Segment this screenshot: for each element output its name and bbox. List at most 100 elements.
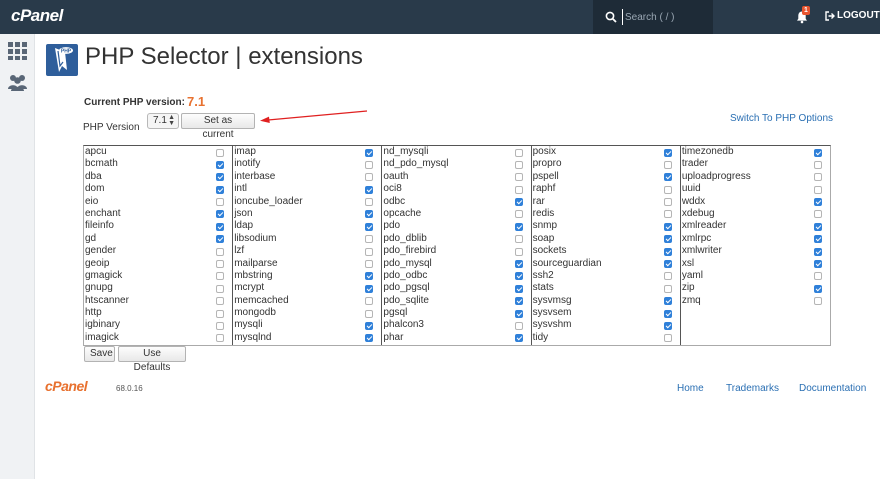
extension-row: nd_pdo_mysql: [382, 158, 530, 170]
extension-checkbox[interactable]: [814, 160, 823, 169]
extension-checkbox[interactable]: [514, 185, 523, 194]
grid-icon[interactable]: [7, 41, 28, 61]
extension-checkbox[interactable]: [663, 173, 672, 182]
extension-checkbox[interactable]: [663, 222, 672, 231]
search-input[interactable]: [622, 9, 710, 25]
extension-checkbox[interactable]: [663, 247, 672, 256]
extension-checkbox[interactable]: [663, 210, 672, 219]
extension-label: xdebug: [681, 207, 715, 219]
extension-label: ioncube_loader: [234, 195, 303, 207]
extension-checkbox[interactable]: [365, 173, 374, 182]
extension-checkbox[interactable]: [663, 309, 672, 318]
extension-checkbox[interactable]: [663, 198, 672, 207]
footer-link-documentation[interactable]: Documentation: [799, 383, 866, 394]
extension-checkbox[interactable]: [514, 321, 523, 330]
set-as-current-button[interactable]: Set as current: [181, 113, 255, 140]
extension-checkbox[interactable]: [663, 272, 672, 281]
extension-checkbox[interactable]: [365, 260, 374, 269]
save-button[interactable]: Save: [84, 346, 115, 362]
extension-checkbox[interactable]: [514, 309, 523, 318]
extension-checkbox[interactable]: [365, 321, 374, 330]
extension-checkbox[interactable]: [814, 297, 823, 306]
extension-checkbox[interactable]: [514, 247, 523, 256]
extension-checkbox[interactable]: [814, 284, 823, 293]
logout-button[interactable]: LOGOUT: [825, 10, 880, 21]
extension-checkbox[interactable]: [216, 173, 225, 182]
extension-checkbox[interactable]: [814, 235, 823, 244]
extension-checkbox[interactable]: [216, 210, 225, 219]
extension-checkbox[interactable]: [514, 235, 523, 244]
extension-checkbox[interactable]: [216, 160, 225, 169]
extension-checkbox[interactable]: [663, 321, 672, 330]
extension-checkbox[interactable]: [365, 148, 374, 157]
extension-checkbox[interactable]: [365, 222, 374, 231]
extension-checkbox[interactable]: [216, 148, 225, 157]
extension-row: dom: [84, 183, 232, 195]
extension-checkbox[interactable]: [663, 284, 672, 293]
extension-row: sysvshm: [532, 319, 680, 331]
extension-checkbox[interactable]: [365, 284, 374, 293]
extension-checkbox[interactable]: [365, 334, 374, 343]
extension-checkbox[interactable]: [663, 334, 672, 343]
extension-checkbox[interactable]: [514, 284, 523, 293]
extension-checkbox[interactable]: [814, 173, 823, 182]
extension-checkbox[interactable]: [365, 160, 374, 169]
extension-checkbox[interactable]: [514, 272, 523, 281]
extension-checkbox[interactable]: [365, 198, 374, 207]
logout-label: LOGOUT: [837, 10, 880, 21]
extension-checkbox[interactable]: [663, 297, 672, 306]
extension-row: geoip: [84, 258, 232, 270]
extension-checkbox[interactable]: [216, 321, 225, 330]
switch-to-php-options-link[interactable]: Switch To PHP Options: [730, 113, 833, 124]
extension-checkbox[interactable]: [365, 185, 374, 194]
extension-label: mysqli: [234, 319, 263, 331]
cpanel-logo[interactable]: cPanel: [11, 6, 63, 26]
extension-checkbox[interactable]: [663, 260, 672, 269]
extension-checkbox[interactable]: [216, 185, 225, 194]
extension-checkbox[interactable]: [365, 235, 374, 244]
extension-checkbox[interactable]: [216, 247, 225, 256]
extension-checkbox[interactable]: [514, 260, 523, 269]
extension-checkbox[interactable]: [216, 309, 225, 318]
extension-checkbox[interactable]: [663, 148, 672, 157]
extension-checkbox[interactable]: [814, 148, 823, 157]
extension-checkbox[interactable]: [814, 198, 823, 207]
extension-checkbox[interactable]: [663, 185, 672, 194]
extension-row: mailparse: [233, 258, 381, 270]
extension-checkbox[interactable]: [216, 272, 225, 281]
extension-checkbox[interactable]: [663, 160, 672, 169]
users-icon[interactable]: [7, 72, 28, 92]
extension-checkbox[interactable]: [216, 284, 225, 293]
extension-checkbox[interactable]: [514, 222, 523, 231]
extension-checkbox[interactable]: [365, 247, 374, 256]
extension-checkbox[interactable]: [514, 334, 523, 343]
extension-checkbox[interactable]: [814, 272, 823, 281]
extension-checkbox[interactable]: [814, 260, 823, 269]
extension-checkbox[interactable]: [365, 210, 374, 219]
extension-checkbox[interactable]: [514, 210, 523, 219]
extension-checkbox[interactable]: [216, 222, 225, 231]
extension-checkbox[interactable]: [514, 198, 523, 207]
extension-checkbox[interactable]: [814, 210, 823, 219]
extension-checkbox[interactable]: [365, 309, 374, 318]
footer-link-trademarks[interactable]: Trademarks: [726, 383, 779, 394]
extension-checkbox[interactable]: [216, 297, 225, 306]
extension-checkbox[interactable]: [514, 148, 523, 157]
extension-checkbox[interactable]: [216, 198, 225, 207]
extension-checkbox[interactable]: [514, 160, 523, 169]
extension-checkbox[interactable]: [365, 272, 374, 281]
extension-checkbox[interactable]: [216, 235, 225, 244]
extension-checkbox[interactable]: [514, 173, 523, 182]
extension-checkbox[interactable]: [514, 297, 523, 306]
php-version-select[interactable]: 7.1 ▲ ▼: [147, 113, 179, 129]
extension-checkbox[interactable]: [814, 247, 823, 256]
extension-checkbox[interactable]: [663, 235, 672, 244]
extension-checkbox[interactable]: [365, 297, 374, 306]
footer-link-home[interactable]: Home: [677, 383, 704, 394]
extension-label: inotify: [234, 158, 261, 170]
extension-checkbox[interactable]: [216, 334, 225, 343]
use-defaults-button[interactable]: Use Defaults: [118, 346, 186, 373]
extension-checkbox[interactable]: [814, 222, 823, 231]
extension-checkbox[interactable]: [216, 260, 225, 269]
extension-checkbox[interactable]: [814, 185, 823, 194]
